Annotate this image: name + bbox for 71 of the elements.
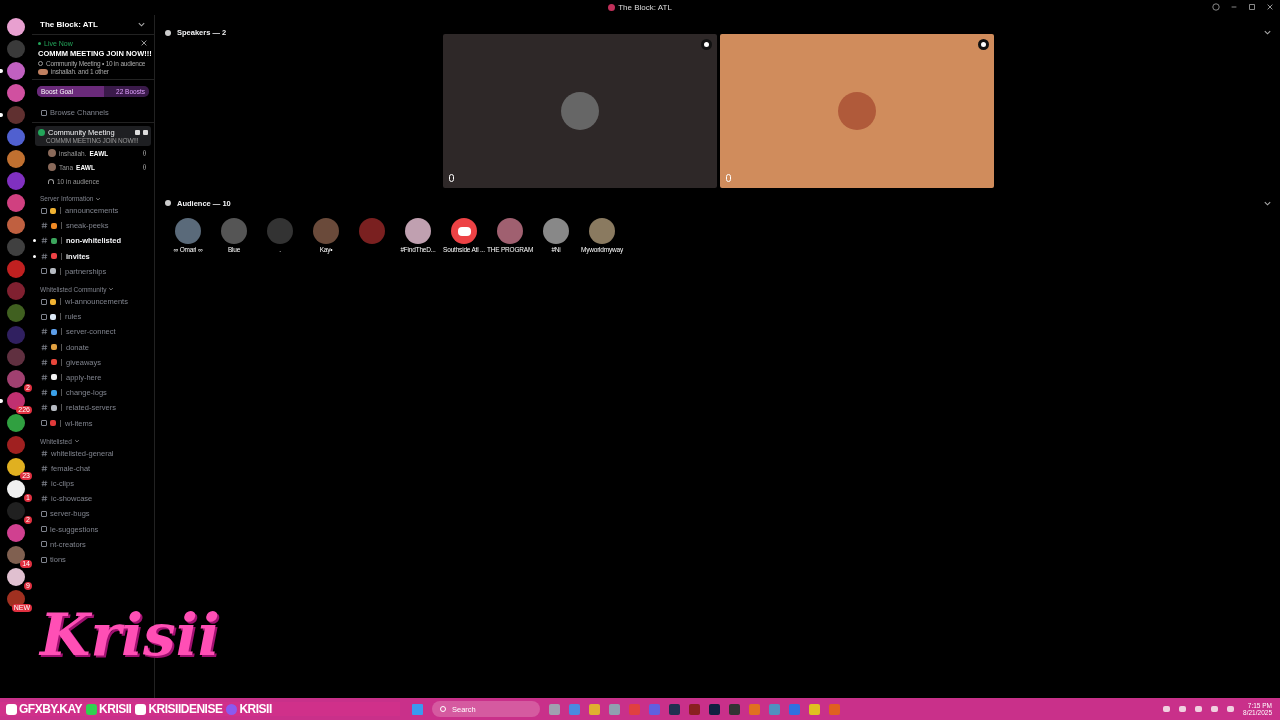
hash-icon — [41, 464, 48, 472]
hash-icon — [41, 237, 48, 245]
hash-icon — [41, 404, 48, 412]
chevron-icon[interactable] — [137, 20, 146, 29]
server-name[interactable]: The Block: ATL — [40, 20, 98, 29]
hash-icon — [41, 252, 48, 260]
avatar[interactable] — [497, 218, 523, 244]
hash-icon — [41, 373, 48, 381]
stream-logo: Krisii — [40, 602, 220, 668]
chevron-icon[interactable] — [95, 195, 102, 202]
forum-icon — [41, 268, 47, 275]
app-icon[interactable] — [669, 703, 680, 715]
handle-text: KRISII — [99, 702, 132, 716]
hash-icon — [41, 449, 48, 457]
server-icon — [608, 4, 616, 11]
maximize-icon[interactable] — [1248, 3, 1256, 11]
forum-icon — [41, 526, 47, 533]
settings-icon[interactable] — [978, 39, 989, 50]
avatar[interactable] — [589, 218, 615, 244]
megaphone-icon — [41, 298, 47, 305]
close-icon[interactable] — [140, 39, 148, 47]
avatar — [561, 92, 599, 130]
app-icon[interactable] — [549, 703, 560, 715]
app-icon[interactable] — [709, 703, 720, 715]
hash-icon — [41, 222, 48, 230]
handle-text: GFXBY.KAY — [19, 702, 83, 716]
chevron-icon[interactable] — [1263, 28, 1272, 37]
muted-mic-icon — [143, 164, 146, 170]
forum-icon — [41, 541, 47, 548]
chevron-icon[interactable] — [73, 438, 80, 445]
handle-text: KRISIIDENISE — [148, 702, 223, 716]
unread-dot-icon — [33, 254, 36, 258]
forum-icon — [41, 510, 47, 517]
avatar[interactable] — [175, 218, 201, 244]
forum-icon — [41, 556, 47, 563]
avatar — [838, 92, 876, 130]
muted-mic-icon — [143, 150, 146, 156]
stage-icon — [38, 129, 45, 136]
chevron-icon[interactable] — [108, 286, 115, 293]
live-dot-icon — [38, 41, 41, 45]
forum-icon — [41, 420, 47, 427]
window-title: The Block: ATL — [618, 3, 672, 12]
help-icon[interactable] — [1212, 3, 1220, 11]
settings-icon[interactable] — [701, 39, 712, 50]
start-icon[interactable] — [412, 703, 423, 715]
app-icon[interactable] — [689, 703, 700, 715]
hash-icon — [41, 480, 48, 488]
avatar[interactable] — [543, 218, 569, 244]
app-icon[interactable] — [809, 703, 820, 715]
avatar — [38, 68, 48, 75]
handle-text: KRISII — [239, 702, 272, 716]
checklist-icon — [41, 313, 47, 320]
app-icon[interactable] — [729, 703, 740, 715]
minimize-icon[interactable] — [1230, 3, 1238, 11]
megaphone-icon — [41, 207, 47, 214]
speaker-tile[interactable] — [443, 34, 717, 188]
server-icon[interactable] — [0, 62, 25, 80]
server-icon[interactable] — [0, 106, 25, 124]
app-icon[interactable] — [589, 703, 600, 715]
hash-icon — [41, 328, 48, 336]
hash-icon — [41, 495, 48, 503]
avatar[interactable] — [405, 218, 431, 244]
browse-icon — [41, 109, 47, 116]
hash-icon — [41, 389, 48, 397]
close-icon[interactable] — [1266, 3, 1274, 11]
speaker-tile[interactable] — [720, 34, 994, 188]
unread-dot-icon — [33, 239, 36, 243]
hash-icon — [41, 358, 48, 366]
app-icon[interactable] — [609, 703, 620, 715]
hash-icon — [41, 343, 48, 351]
logo-avatar[interactable] — [451, 218, 477, 244]
